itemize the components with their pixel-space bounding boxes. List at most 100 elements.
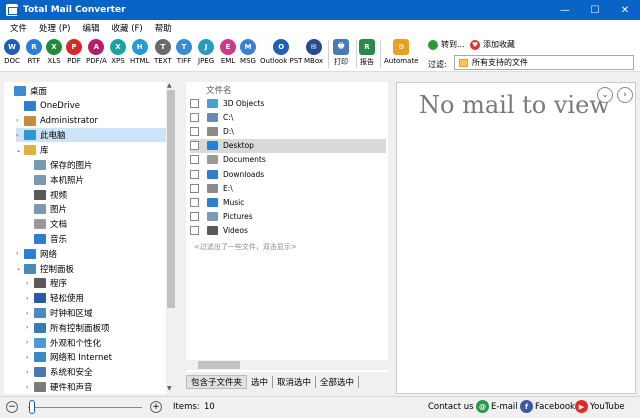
file-row[interactable]: D:\ [190, 124, 386, 138]
tree-item[interactable]: › 网络和 Internet [26, 350, 166, 364]
convert-pdf-a-button[interactable]: A PDF/A [86, 39, 107, 65]
file-row[interactable]: Pictures [190, 210, 386, 224]
tree-item[interactable]: › Administrator [16, 114, 166, 128]
zoom-slider-handle[interactable] [29, 400, 35, 414]
file-checkbox[interactable] [190, 183, 199, 193]
file-checkbox[interactable] [190, 141, 199, 151]
email-link[interactable]: E-mail [491, 402, 518, 412]
convert-tiff-button[interactable]: T TIFF [176, 39, 192, 65]
convert-rtf-button[interactable]: R RTF [26, 39, 42, 65]
tree-item[interactable]: 桌面 [6, 84, 166, 98]
tree-scroll-thumb[interactable] [167, 90, 175, 308]
file-row[interactable]: C:\ [190, 110, 386, 124]
expand-chevron-icon[interactable]: › [26, 369, 34, 376]
zoom-out-button[interactable]: − [6, 401, 18, 413]
convert-mbox-button[interactable]: ✉ MBox [304, 39, 323, 65]
expand-chevron-icon[interactable]: › [26, 295, 34, 302]
tree-item[interactable]: › 程序 [26, 276, 166, 290]
expand-chevron-icon[interactable]: › [16, 132, 24, 139]
tree-item[interactable]: 文档 [26, 217, 166, 231]
close-button[interactable]: ✕ [610, 0, 640, 20]
tree-item[interactable]: › 此电脑 [16, 128, 166, 143]
tree-item[interactable]: › 网络 [16, 247, 166, 261]
filter-select[interactable]: 所有支持的文件 [454, 55, 634, 70]
menu-file[interactable]: 文件 [4, 22, 33, 34]
youtube-link[interactable]: YouTube [590, 402, 625, 412]
print-button[interactable]: 🖶 打印 [333, 39, 349, 67]
menu-help[interactable]: 帮助 [149, 22, 178, 34]
uncheck-button[interactable]: 取消选中 [273, 376, 317, 388]
scroll-down-icon[interactable]: ▼ [167, 385, 172, 392]
tree-item[interactable]: 图片 [26, 202, 166, 216]
tree-item[interactable]: ⌄ 控制面板 [16, 262, 166, 276]
file-checkbox[interactable] [190, 169, 199, 179]
contact-link[interactable]: Contact us [428, 402, 474, 412]
tree-item[interactable]: › 外观和个性化 [26, 336, 166, 350]
tree-item[interactable]: OneDrive [16, 99, 166, 113]
youtube-icon[interactable]: ▶ [575, 400, 588, 413]
report-button[interactable]: R 报告 [359, 39, 375, 67]
tree-item[interactable]: › 硬件和声音 [26, 380, 166, 394]
folder-tree[interactable]: 桌面 OneDrive › Administrator › 此电脑 ⌄ 库保存的图片 本机照片视… [4, 82, 176, 394]
convert-xps-button[interactable]: X XPS [110, 39, 126, 65]
file-row[interactable]: 3D Objects [190, 96, 386, 110]
tree-item[interactable]: 音乐 [26, 232, 166, 246]
file-checkbox[interactable] [190, 212, 199, 222]
expand-chevron-icon[interactable]: › [26, 384, 34, 391]
tree-item[interactable]: 视频 [26, 188, 166, 202]
convert-msg-button[interactable]: M MSG [240, 39, 256, 65]
file-row[interactable]: Music [190, 195, 386, 209]
tree-item[interactable]: 保存的图片 [26, 158, 166, 172]
convert-jpeg-button[interactable]: J JPEG [198, 39, 214, 65]
filename-column-header[interactable]: 文件名 [206, 84, 232, 96]
automate-button[interactable]: ⚙ Automate [384, 39, 418, 65]
menu-favorites[interactable]: 收藏 (F) [106, 22, 149, 34]
expand-chevron-icon[interactable]: › [26, 339, 34, 346]
goto-button[interactable]: 转到... [428, 39, 465, 50]
file-row[interactable]: Videos [190, 224, 386, 238]
expand-chevron-icon[interactable]: › [26, 324, 34, 331]
convert-pdf-button[interactable]: P PDF [66, 39, 82, 65]
file-checkbox[interactable] [190, 98, 199, 108]
menu-edit[interactable]: 编辑 [76, 22, 105, 34]
convert-outlook-pst-button[interactable]: O Outlook PST [260, 39, 302, 65]
expand-chevron-icon[interactable]: ⌄ [16, 147, 24, 154]
convert-doc-button[interactable]: W DOC [4, 39, 20, 65]
tree-item[interactable]: ⌄ 库 [16, 143, 166, 157]
menu-process[interactable]: 处理 (P) [33, 22, 76, 34]
expand-chevron-icon[interactable]: › [26, 280, 34, 287]
file-checkbox[interactable] [190, 112, 199, 122]
chevron-right-icon[interactable]: › [617, 87, 633, 103]
tree-item[interactable]: 本机照片 [26, 173, 166, 187]
email-icon[interactable]: @ [476, 400, 489, 413]
expand-chevron-icon[interactable]: › [16, 117, 24, 124]
tree-item[interactable]: › 时钟和区域 [26, 306, 166, 320]
convert-text-button[interactable]: T TEXT [154, 39, 172, 65]
file-list-hscrollbar[interactable] [186, 360, 388, 370]
file-list[interactable]: 文件名 <过滤出了一些文件，双击显示> 3D Objects C:\ D:\ Desk… [186, 82, 388, 372]
facebook-link[interactable]: Facebook [535, 402, 575, 412]
file-checkbox[interactable] [190, 126, 199, 136]
file-checkbox[interactable] [190, 197, 199, 207]
tree-item[interactable]: › 系统和安全 [26, 365, 166, 379]
include-subfolders-button[interactable]: 包含子文件夹 [186, 375, 248, 389]
tree-scrollbar[interactable]: ▲ ▼ [166, 82, 176, 394]
check-all-button[interactable]: 全部选中 [316, 376, 360, 388]
chevron-down-icon[interactable]: ⌄ [597, 87, 613, 103]
file-checkbox[interactable] [190, 155, 199, 165]
file-checkbox[interactable] [190, 226, 199, 236]
file-row[interactable]: Downloads [190, 167, 386, 181]
facebook-icon[interactable]: f [520, 400, 533, 413]
scroll-up-icon[interactable]: ▲ [167, 82, 172, 89]
file-row[interactable]: Desktop [190, 138, 386, 153]
minimize-button[interactable]: — [550, 0, 580, 20]
file-row[interactable]: E:\ [190, 181, 386, 195]
expand-chevron-icon[interactable]: › [26, 310, 34, 317]
file-row[interactable]: Documents [190, 153, 386, 167]
convert-xls-button[interactable]: X XLS [46, 39, 62, 65]
expand-chevron-icon[interactable]: ⌄ [16, 265, 24, 272]
zoom-slider-track[interactable] [28, 407, 142, 408]
expand-chevron-icon[interactable]: › [26, 354, 34, 361]
expand-chevron-icon[interactable]: › [16, 250, 24, 257]
hscroll-thumb[interactable] [198, 361, 240, 369]
